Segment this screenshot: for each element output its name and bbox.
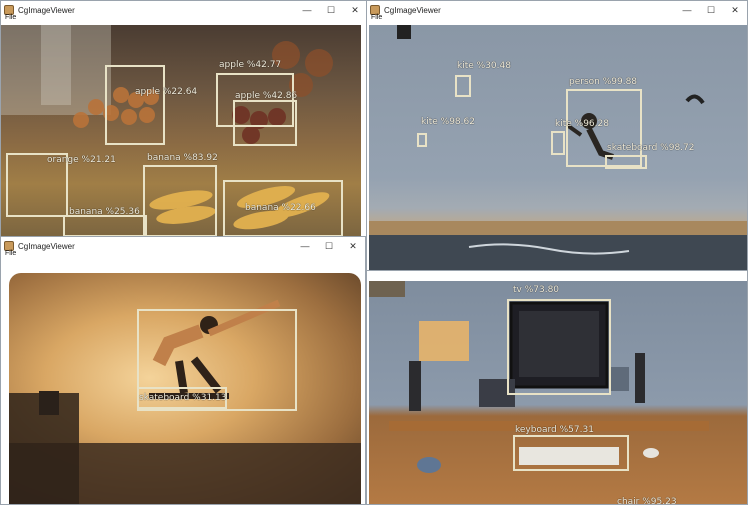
detection-label: apple %42.86 (235, 91, 298, 101)
detection-box-kite (417, 133, 427, 147)
viewer-window-desk: tv %73.80 keyboard %57.31 chair %95.23 (366, 270, 748, 505)
detection-box-keyboard (513, 435, 629, 471)
detection-box-tv (507, 299, 611, 395)
menu-file[interactable]: File (5, 14, 16, 21)
detection-label: skateboard %98.72 (607, 143, 695, 153)
image-canvas[interactable]: skateboard %31.13 (9, 273, 361, 504)
detection-label: tv %73.80 (513, 285, 560, 295)
detection-label: skateboard %31.13 (139, 393, 227, 403)
detection-box-kite (551, 131, 565, 155)
detection-box-kite (455, 75, 471, 97)
viewer-window-kite: CgImageViewer — ☐ ✕ File person %99.88 s… (366, 0, 748, 278)
detection-label: person %99.88 (569, 77, 638, 87)
detection-label: banana %22.66 (245, 203, 316, 213)
detection-box-skateboard (605, 155, 647, 169)
detection-label: kite %98.62 (421, 117, 475, 127)
menu-file[interactable]: File (371, 14, 382, 21)
detection-label: banana %83.92 (147, 153, 218, 163)
detection-box-banana (63, 215, 147, 237)
detection-label: keyboard %57.31 (515, 425, 594, 435)
image-canvas[interactable]: apple %42.77 apple %42.86 apple %22.64 o… (1, 25, 361, 237)
detection-box-apple (233, 100, 297, 146)
detection-label: banana %25.36 (69, 207, 140, 217)
detection-box-banana (143, 165, 217, 237)
detection-label: apple %22.64 (135, 87, 198, 97)
detection-label: orange %21.21 (47, 155, 116, 165)
detection-box-apple (105, 65, 165, 145)
viewer-window-fruit: CgImageViewer — ☐ ✕ File apple %42.77 ap… (0, 0, 368, 240)
detection-label: kite %96.28 (555, 119, 609, 129)
image-canvas[interactable]: person %99.88 skateboard %98.72 kite %98… (369, 25, 747, 277)
detection-label: apple %42.77 (219, 60, 282, 70)
viewer-window-skate: CgImageViewer — ☐ ✕ File skateboard %31.… (0, 236, 366, 505)
image-canvas[interactable]: tv %73.80 keyboard %57.31 chair %95.23 (369, 281, 747, 505)
detection-label: chair %95.23 (617, 497, 677, 505)
menu-file[interactable]: File (5, 250, 16, 257)
detection-label: kite %30.48 (457, 61, 511, 71)
